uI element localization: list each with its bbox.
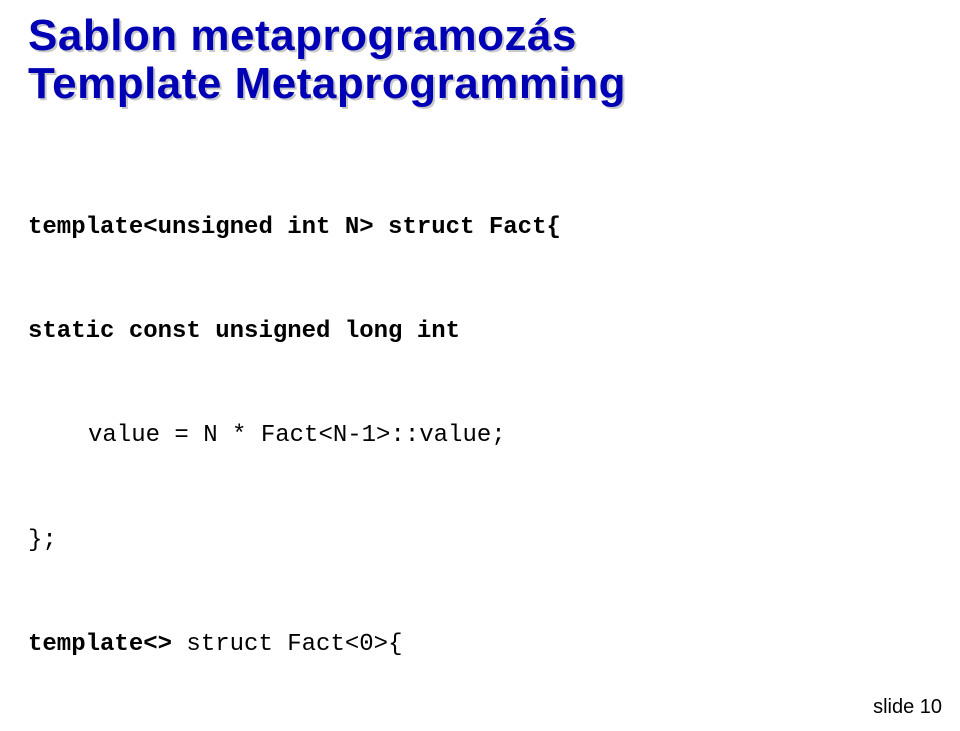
code-text: value = N * Fact<N-1>::value; xyxy=(28,419,506,454)
code-text: struct Fact<0>{ xyxy=(172,631,402,658)
title-line-2: Template Metaprogramming xyxy=(28,60,932,108)
code-line: template<unsigned int N> struct Fact{ xyxy=(28,211,932,246)
code-line: value = N * Fact<N-1>::value; xyxy=(28,419,932,454)
slide: Sablon metaprogramozás Template Metaprog… xyxy=(0,0,960,731)
code-line: static const unsigned long int xyxy=(28,315,932,350)
slide-number: slide 10 xyxy=(873,696,942,719)
code-block: template<unsigned int N> struct Fact{ st… xyxy=(28,141,932,731)
code-keyword: static const unsigned long int xyxy=(28,318,460,345)
title-block: Sablon metaprogramozás Template Metaprog… xyxy=(28,12,932,107)
code-keyword: template<unsigned int N> struct Fact{ xyxy=(28,214,561,241)
code-line: }; xyxy=(28,524,932,559)
code-line: template<> struct Fact<0>{ xyxy=(28,628,932,663)
title-line-1: Sablon metaprogramozás xyxy=(28,12,932,60)
code-keyword: template<> xyxy=(28,631,172,658)
